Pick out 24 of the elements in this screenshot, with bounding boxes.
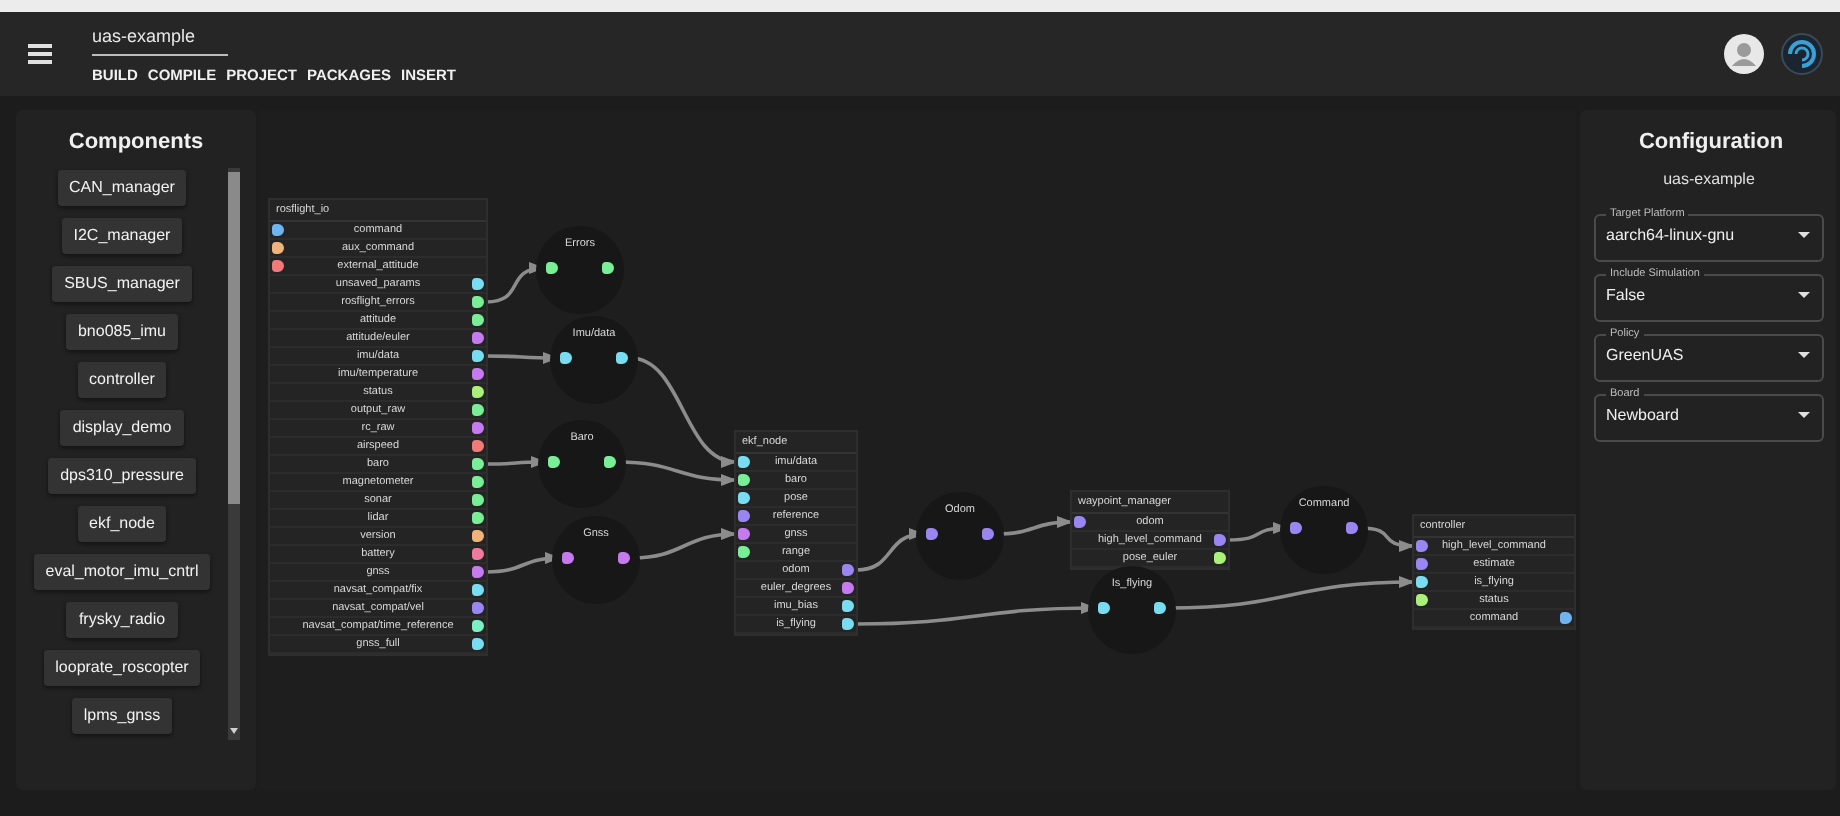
- caret-icon[interactable]: [1798, 231, 1810, 237]
- component-button[interactable]: looprate_roscopter: [43, 650, 201, 686]
- panel-title: Configuration: [1636, 130, 1786, 154]
- component-button[interactable]: eval_motor_imu_cntrl: [33, 554, 211, 590]
- caret-icon[interactable]: [1798, 351, 1810, 357]
- component-button[interactable]: bno085_imu: [65, 314, 179, 350]
- caret-icon[interactable]: [1798, 411, 1810, 417]
- component-button[interactable]: dps310_pressure: [48, 458, 196, 494]
- component-button[interactable]: controller: [77, 362, 167, 398]
- project-name: uas-example: [1661, 170, 1757, 188]
- component-button[interactable]: lpms_gnss: [71, 698, 173, 734]
- panel-title: Components: [66, 130, 206, 154]
- component-button[interactable]: display_demo: [60, 410, 184, 446]
- component-button[interactable]: ekf_node: [77, 506, 167, 542]
- project-title[interactable]: uas-example: [92, 21, 228, 55]
- ring-icon[interactable]: [1780, 32, 1824, 76]
- menu-icon[interactable]: [28, 44, 52, 64]
- caret-icon[interactable]: [1798, 291, 1810, 297]
- avatar-icon[interactable]: [1724, 34, 1764, 74]
- component-button[interactable]: I2C_manager: [61, 218, 183, 254]
- component-button[interactable]: CAN_manager: [57, 170, 187, 206]
- component-button[interactable]: frysky_radio: [66, 602, 178, 638]
- component-button[interactable]: SBUS_manager: [52, 266, 192, 302]
- scrollbar[interactable]: [228, 168, 240, 740]
